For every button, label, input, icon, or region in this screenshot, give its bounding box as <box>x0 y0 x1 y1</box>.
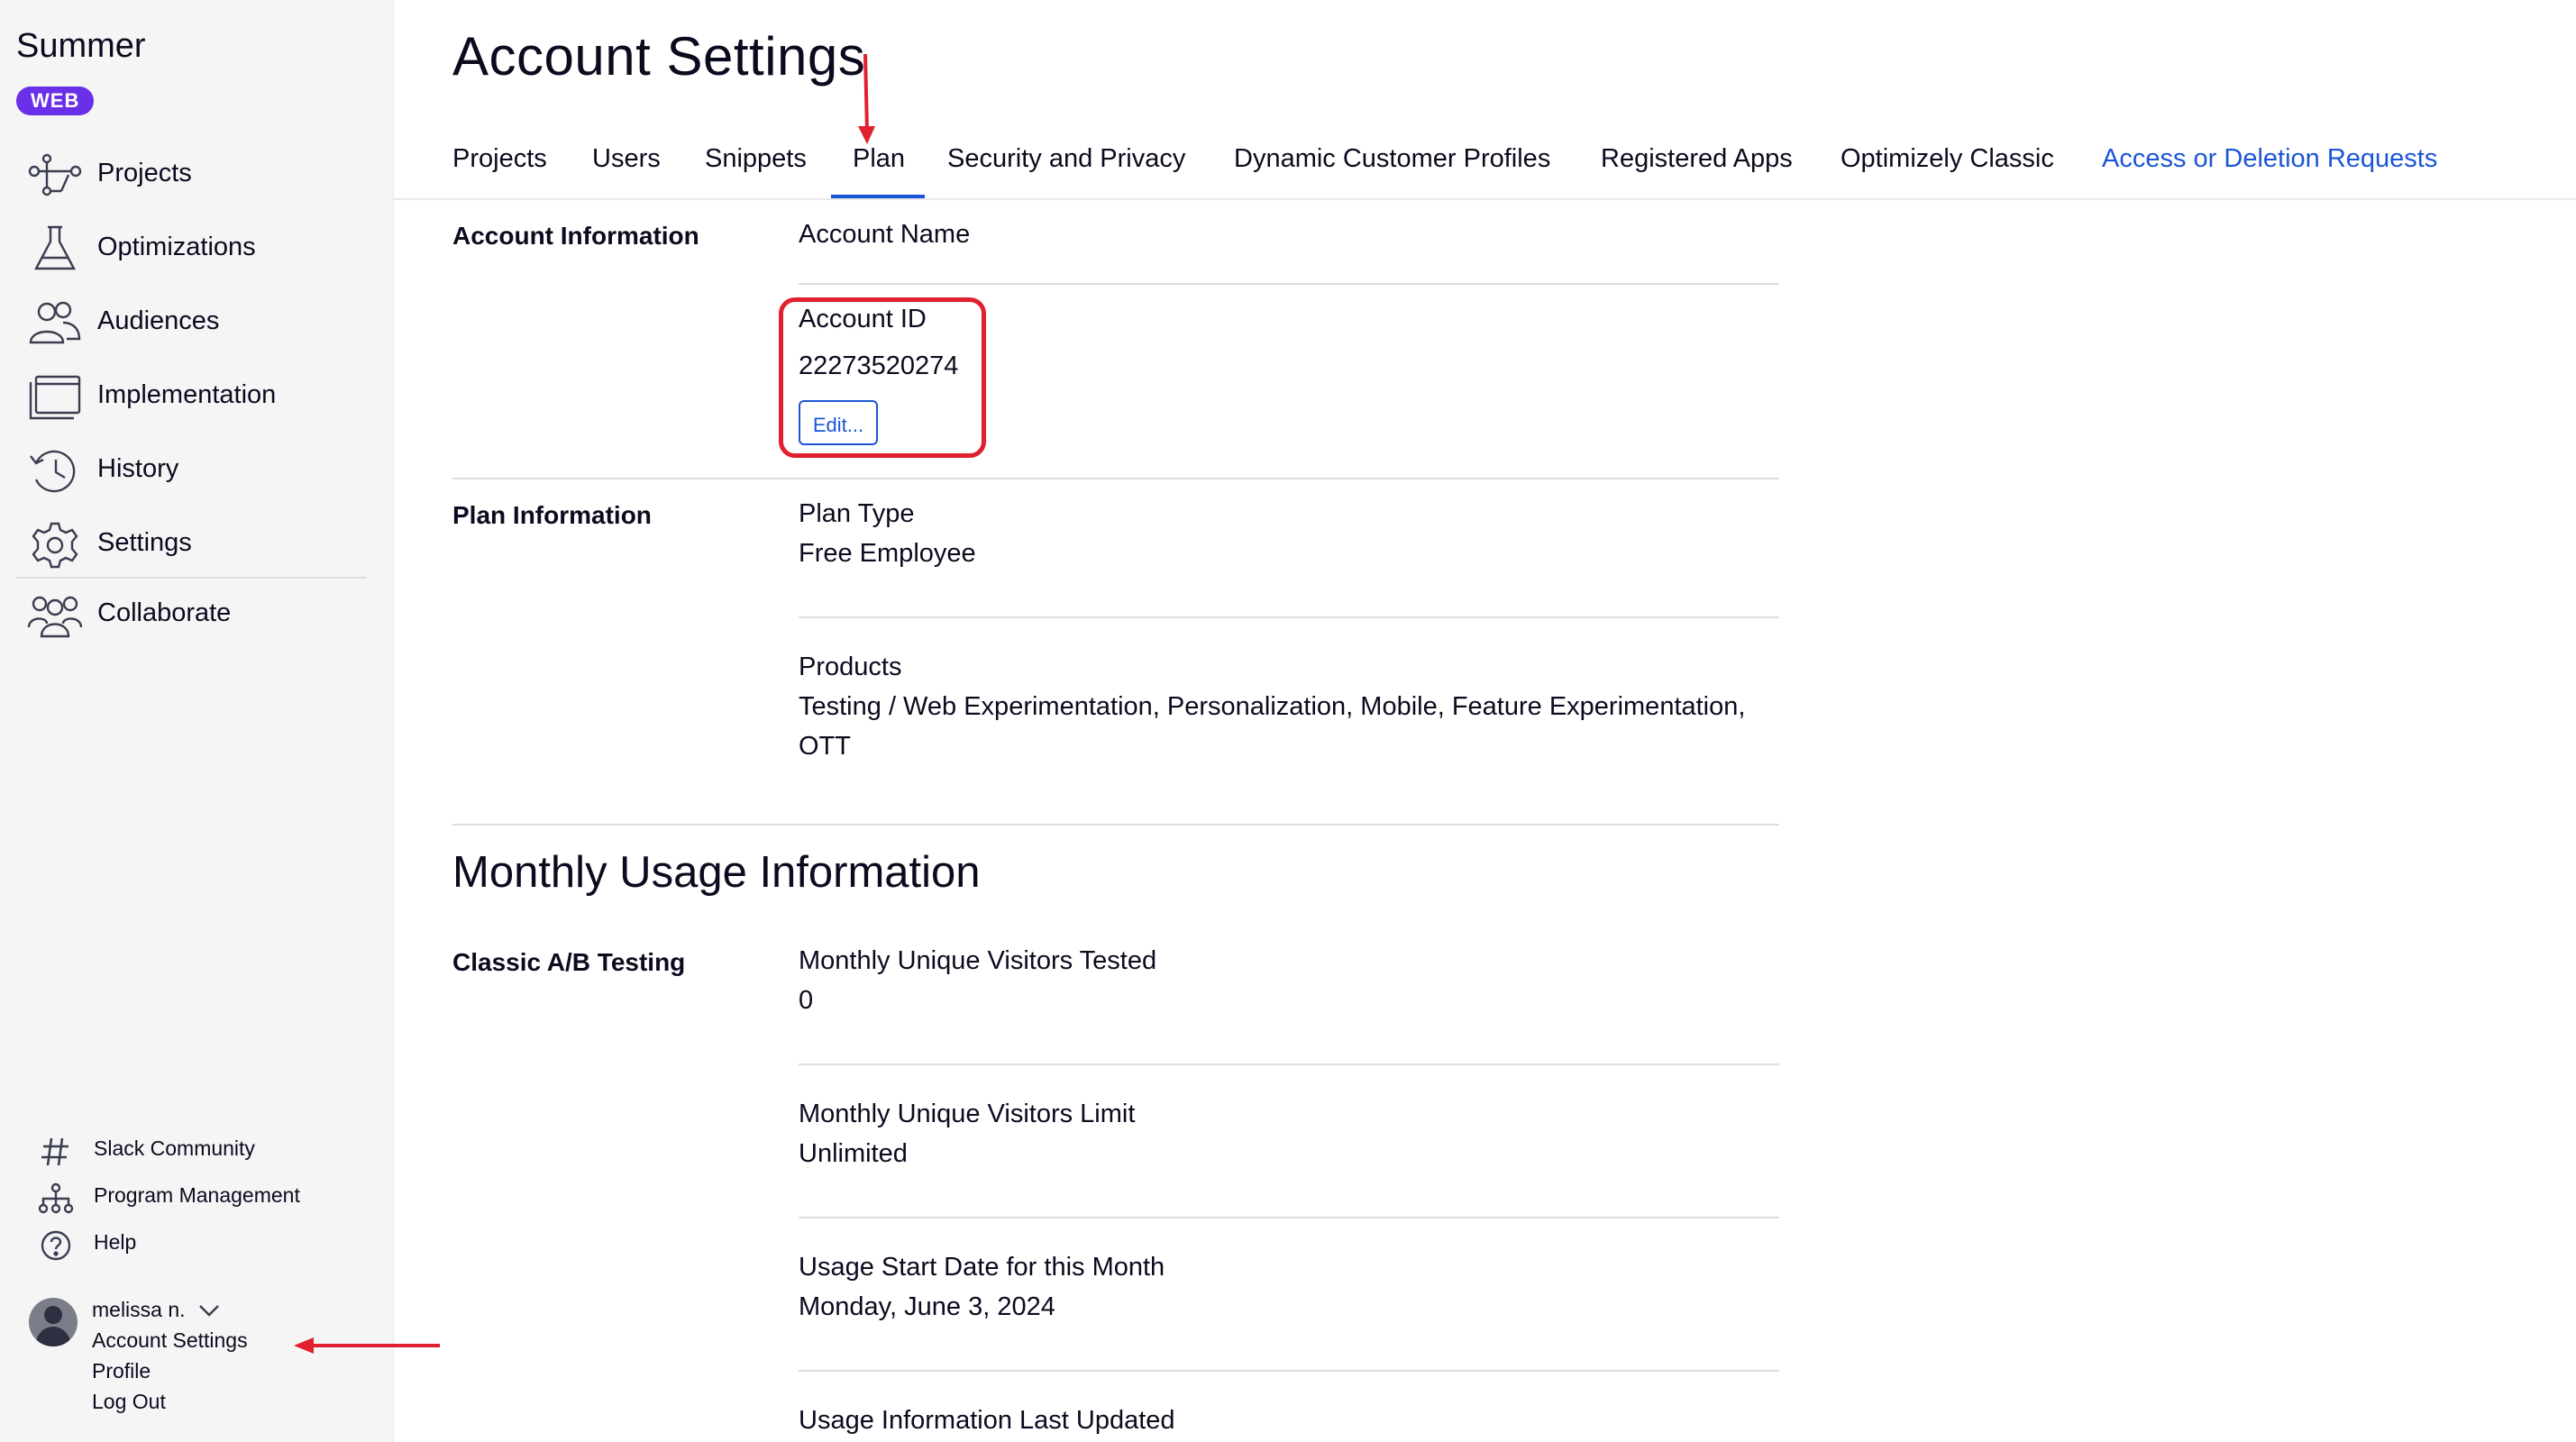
sidebar: Summer WEB Projects Optimizations Audien… <box>0 0 394 1442</box>
account-information-heading: Account Information <box>452 222 699 250</box>
sidebar-item-label: Settings <box>97 528 192 557</box>
sidebar-item-slack-community[interactable]: Slack Community <box>0 1128 393 1175</box>
annotation-arrow-plan <box>858 53 875 144</box>
collaborate-icon <box>27 596 83 638</box>
sidebar-item-audiences[interactable]: Audiences <box>0 287 393 360</box>
tab-optimizely-classic[interactable]: Optimizely Classic <box>1841 144 2054 174</box>
sidebar-item-label: Slack Community <box>94 1136 255 1160</box>
sidebar-item-settings[interactable]: Settings <box>0 508 393 582</box>
sidebar-item-history[interactable]: History <box>0 434 393 508</box>
visitors-tested-label: Monthly Unique Visitors Tested <box>799 946 1157 975</box>
gear-icon <box>32 522 78 569</box>
visitors-limit-label: Monthly Unique Visitors Limit <box>799 1100 1136 1128</box>
tab-snippets[interactable]: Snippets <box>705 144 807 174</box>
tab-access-or-deletion-requests[interactable]: Access or Deletion Requests <box>2102 144 2437 174</box>
chevron-down-icon[interactable] <box>196 1301 222 1319</box>
tabs-divider <box>393 198 2576 200</box>
help-icon <box>41 1230 71 1261</box>
divider <box>799 616 1779 618</box>
section-divider <box>452 824 1779 826</box>
user-name[interactable]: melissa n. <box>92 1298 186 1322</box>
tab-security-and-privacy[interactable]: Security and Privacy <box>947 144 1185 174</box>
platform-badge: WEB <box>16 87 95 115</box>
user-menu: melissa n. Account Settings Profile Log … <box>0 1294 393 1442</box>
sidebar-item-label: Help <box>94 1230 137 1254</box>
page-title: Account Settings <box>452 26 866 87</box>
tab-dynamic-customer-profiles[interactable]: Dynamic Customer Profiles <box>1234 144 1550 174</box>
audiences-icon <box>29 301 81 344</box>
annotation-highlight-box <box>779 297 986 458</box>
sidebar-item-projects[interactable]: Projects <box>0 139 393 213</box>
products-value-line2: OTT <box>799 732 851 761</box>
tab-registered-apps[interactable]: Registered Apps <box>1601 144 1793 174</box>
sidebar-item-label: Collaborate <box>97 598 232 627</box>
account-name-label: Account Name <box>799 220 971 249</box>
tab-users[interactable]: Users <box>592 144 661 174</box>
classic-ab-testing-heading: Classic A/B Testing <box>452 948 686 976</box>
sidebar-item-label: Audiences <box>97 306 220 335</box>
monthly-usage-heading: Monthly Usage Information <box>452 848 981 897</box>
divider <box>799 1370 1779 1372</box>
sidebar-item-label: Program Management <box>94 1183 300 1207</box>
plan-information-heading: Plan Information <box>452 501 652 529</box>
projects-icon <box>28 153 82 196</box>
org-chart-icon <box>38 1182 74 1214</box>
sidebar-utility-links: Slack Community Program Management Help <box>0 1128 393 1269</box>
sidebar-item-collaborate[interactable]: Collaborate <box>0 579 393 653</box>
visitors-limit-value: Unlimited <box>799 1139 908 1168</box>
sidebar-item-program-management[interactable]: Program Management <box>0 1175 393 1222</box>
plan-type-value: Free Employee <box>799 539 976 568</box>
sidebar-item-label: History <box>97 454 179 483</box>
avatar[interactable] <box>29 1298 78 1346</box>
account-settings-link[interactable]: Account Settings <box>92 1328 248 1353</box>
plan-type-label: Plan Type <box>799 499 915 528</box>
divider <box>799 1063 1779 1065</box>
divider <box>799 1217 1779 1218</box>
sidebar-item-label: Implementation <box>97 380 277 409</box>
implementation-icon <box>29 375 81 420</box>
annotation-arrow-account-settings <box>294 1337 440 1354</box>
usage-last-updated-label: Usage Information Last Updated <box>799 1406 1175 1435</box>
sidebar-collab-section: Collaborate <box>0 579 393 653</box>
log-out-link[interactable]: Log Out <box>92 1390 166 1414</box>
sidebar-item-label: Optimizations <box>97 233 256 261</box>
tab-projects[interactable]: Projects <box>452 144 547 174</box>
flask-icon <box>34 225 76 270</box>
sidebar-nav: Projects Optimizations Audiences Impleme… <box>0 139 393 582</box>
sidebar-item-label: Projects <box>97 159 192 187</box>
divider <box>799 283 1779 285</box>
usage-start-date-label: Usage Start Date for this Month <box>799 1253 1165 1282</box>
section-divider <box>452 478 1779 479</box>
history-icon <box>30 450 76 493</box>
sidebar-item-help[interactable]: Help <box>0 1222 393 1269</box>
sidebar-item-implementation[interactable]: Implementation <box>0 360 393 434</box>
sidebar-item-optimizations[interactable]: Optimizations <box>0 213 393 287</box>
products-value-line1: Testing / Web Experimentation, Personali… <box>799 692 1746 721</box>
usage-start-date-value: Monday, June 3, 2024 <box>799 1292 1055 1321</box>
products-label: Products <box>799 653 902 681</box>
profile-link[interactable]: Profile <box>92 1359 151 1383</box>
hash-icon <box>41 1137 69 1166</box>
visitors-tested-value: 0 <box>799 986 814 1015</box>
project-name[interactable]: Summer <box>16 27 146 66</box>
